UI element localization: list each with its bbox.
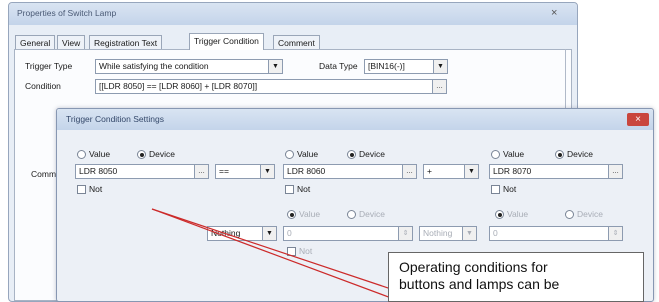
callout-line2: buttons and lamps can be <box>399 276 560 292</box>
pointer-line-left <box>151 208 403 302</box>
tab-trigger-condition[interactable]: Trigger Condition <box>189 33 264 50</box>
callout-box: Operating conditions for buttons and lam… <box>388 252 644 302</box>
callout-line1: Operating conditions for <box>399 259 548 275</box>
